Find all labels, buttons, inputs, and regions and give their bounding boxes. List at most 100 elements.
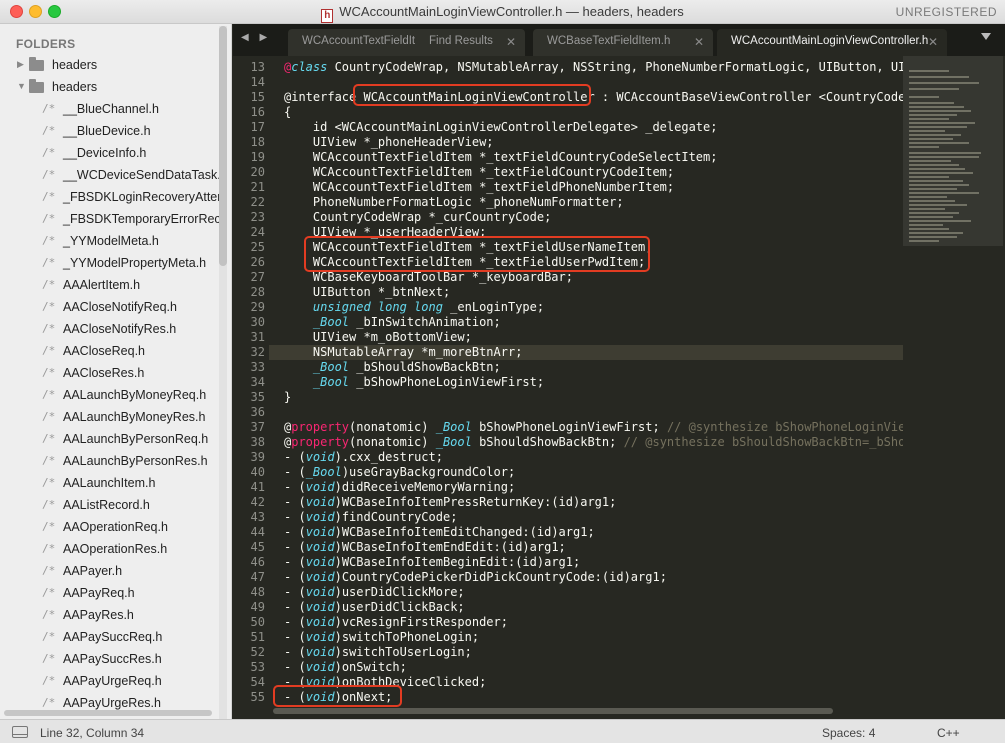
- minimap-line: [909, 126, 967, 128]
- code-line[interactable]: - (void)WCBaseInfoItemEndEdit:(id)arg1;: [284, 540, 566, 555]
- code-line[interactable]: - (void)WCBaseInfoItemEditChanged:(id)ar…: [284, 525, 595, 540]
- sidebar-horizontal-scrollbar[interactable]: [4, 710, 212, 716]
- file-item[interactable]: /* AAPaySuccRes.h: [42, 651, 220, 673]
- file-name: AALaunchByPersonRes.h: [63, 454, 208, 468]
- minimap-viewport[interactable]: [903, 56, 1003, 246]
- file-name: AAPayer.h: [63, 564, 123, 578]
- file-item[interactable]: /* AALaunchItem.h: [42, 475, 220, 497]
- line-number: 38: [250, 435, 265, 449]
- tab-close-icon[interactable]: ✕: [928, 35, 938, 49]
- code-line[interactable]: _Bool _bShouldShowBackBtn;: [284, 360, 501, 375]
- code-token: CountryCodeWrap *_curCountryCode;: [284, 210, 552, 224]
- file-item[interactable]: /* AALaunchByMoneyReq.h: [42, 387, 220, 409]
- code-line[interactable]: WCAccountTextFieldItem *_textFieldCountr…: [284, 150, 718, 165]
- code-line[interactable]: }: [284, 390, 291, 405]
- comment-file-icon: /*: [42, 388, 56, 401]
- line-number: 13: [250, 60, 265, 74]
- code-line[interactable]: NSMutableArray *m_moreBtnArr;: [284, 345, 523, 360]
- file-item[interactable]: /* AAOperationRes.h: [42, 541, 220, 563]
- file-item[interactable]: /* AALaunchByPersonReq.h: [42, 431, 220, 453]
- line-number: 51: [250, 630, 265, 644]
- comment-file-icon: /*: [42, 256, 56, 269]
- tab-close-icon[interactable]: ✕: [506, 35, 516, 49]
- code-line[interactable]: _Bool _bShowPhoneLoginViewFirst;: [284, 375, 544, 390]
- code-line[interactable]: unsigned long long _enLoginType;: [284, 300, 544, 315]
- indentation-setting[interactable]: Spaces: 4: [822, 726, 875, 740]
- disclosure-right-icon[interactable]: ▶: [17, 59, 24, 70]
- code-line[interactable]: WCAccountTextFieldItem *_textFieldPhoneN…: [284, 180, 674, 195]
- file-item[interactable]: /* __DeviceInfo.h: [42, 145, 220, 167]
- file-item[interactable]: /* AALaunchByPersonRes.h: [42, 453, 220, 475]
- tab-close-icon[interactable]: ✕: [694, 35, 704, 49]
- file-item[interactable]: /* __BlueDevice.h: [42, 123, 220, 145]
- code-line[interactable]: - (void)vcResignFirstResponder;: [284, 615, 508, 630]
- file-item[interactable]: /* _YYModelMeta.h: [42, 233, 220, 255]
- code-line[interactable]: @property(nonatomic) _Bool bShowPhoneLog…: [284, 420, 1005, 435]
- file-item[interactable]: /* AAPayReq.h: [42, 585, 220, 607]
- code-line[interactable]: - (void)didReceiveMemoryWarning;: [284, 480, 515, 495]
- tab-nav-arrows[interactable]: ◀ ▶: [241, 32, 271, 43]
- code-line[interactable]: - (void)userDidClickMore;: [284, 585, 465, 600]
- file-item[interactable]: /* __WCDeviceSendDataTask.h: [42, 167, 220, 189]
- line-number: 55: [250, 690, 265, 704]
- tab-2[interactable]: WCBaseTextFieldItem.h ✕: [533, 29, 713, 56]
- code-line[interactable]: - (void).cxx_destruct;: [284, 450, 443, 465]
- code-line[interactable]: - (void)switchToUserLogin;: [284, 645, 472, 660]
- cursor-position: Line 32, Column 34: [40, 726, 145, 740]
- unregistered-label: UNREGISTERED: [895, 5, 997, 19]
- code-line[interactable]: - (_Bool)useGrayBackgroundColor;: [284, 465, 515, 480]
- code-line[interactable]: - (void)CountryCodePickerDidPickCountryC…: [284, 570, 667, 585]
- file-item[interactable]: /* AACloseNotifyReq.h: [42, 299, 220, 321]
- sidebar-vertical-scrollbar[interactable]: [219, 26, 227, 719]
- code-line[interactable]: - (void)WCBaseInfoItemBeginEdit:(id)arg1…: [284, 555, 580, 570]
- code-line[interactable]: - (void)userDidClickBack;: [284, 600, 465, 615]
- file-item[interactable]: /* AAListRecord.h: [42, 497, 220, 519]
- code-line[interactable]: WCAccountTextFieldItem *_textFieldCountr…: [284, 165, 674, 180]
- file-item[interactable]: /* AAAlertItem.h: [42, 277, 220, 299]
- minimap[interactable]: [903, 56, 1005, 719]
- code-line[interactable]: - (void)switchToPhoneLogin;: [284, 630, 479, 645]
- file-item[interactable]: /* _FBSDKTemporaryErrorRecoveryAttempter.…: [42, 211, 220, 233]
- syntax-setting[interactable]: C++: [937, 726, 960, 740]
- sidebar-scroll-thumb[interactable]: [219, 26, 227, 266]
- file-item[interactable]: /* AACloseReq.h: [42, 343, 220, 365]
- code-line[interactable]: PhoneNumberFormatLogic *_phoneNumFormatt…: [284, 195, 624, 210]
- tab-list-dropdown-icon[interactable]: [981, 33, 991, 40]
- folder-label: headers: [52, 58, 98, 72]
- toggle-panel-icon[interactable]: [12, 726, 28, 738]
- minimap-line: [909, 122, 975, 124]
- code-line[interactable]: @class CountryCodeWrap, NSMutableArray, …: [284, 60, 941, 75]
- code-line[interactable]: id <WCAccountMainLoginViewControllerDele…: [284, 120, 718, 135]
- disclosure-down-icon[interactable]: ▼: [17, 81, 26, 91]
- code-line[interactable]: @property(nonatomic) _Bool bShouldShowBa…: [284, 435, 1005, 450]
- editor-horizontal-scrollbar[interactable]: [273, 708, 833, 714]
- file-item[interactable]: /* AALaunchByMoneyRes.h: [42, 409, 220, 431]
- file-item[interactable]: /* _YYModelPropertyMeta.h: [42, 255, 220, 277]
- file-item[interactable]: /* AAPaySuccReq.h: [42, 629, 220, 651]
- file-item[interactable]: /* AAOperationReq.h: [42, 519, 220, 541]
- code-line[interactable]: _Bool _bInSwitchAnimation;: [284, 315, 501, 330]
- file-item[interactable]: /* AAPayer.h: [42, 563, 220, 585]
- file-item[interactable]: /* AAPayRes.h: [42, 607, 220, 629]
- code-line[interactable]: - (void)WCBaseInfoItemPressReturnKey:(id…: [284, 495, 616, 510]
- code-line[interactable]: UIButton *_btnNext;: [284, 285, 450, 300]
- minimap-line: [909, 96, 939, 98]
- tab-3[interactable]: WCAccountMainLoginViewController.h ✕: [717, 29, 947, 56]
- comment-file-icon: /*: [42, 344, 56, 357]
- code-editor[interactable]: 13 14 15 16 17 18 19 20 21 22 23 24 25 26 27 28 29 30 31 32…: [233, 56, 1005, 719]
- tab-1[interactable]: Find Results ✕: [415, 29, 525, 56]
- code-line[interactable]: CountryCodeWrap *_curCountryCode;: [284, 210, 551, 225]
- code-line[interactable]: - (void)onSwitch;: [284, 660, 407, 675]
- file-item[interactable]: /* __BlueChannel.h: [42, 101, 220, 123]
- code-token: _Bool: [312, 360, 350, 374]
- code-line[interactable]: UIView *_phoneHeaderView;: [284, 135, 494, 150]
- file-item[interactable]: /* _FBSDKLoginRecoveryAttempter.h: [42, 189, 220, 211]
- code-line[interactable]: - (void)findCountryCode;: [284, 510, 457, 525]
- code-line[interactable]: WCBaseKeyboardToolBar *_keyboardBar;: [284, 270, 573, 285]
- code-line[interactable]: {: [284, 105, 291, 120]
- code-token: )WCBaseInfoItemBeginEdit:(id)arg1;: [334, 555, 581, 569]
- code-line[interactable]: UIView *m_oBottomView;: [284, 330, 472, 345]
- file-item[interactable]: /* AACloseRes.h: [42, 365, 220, 387]
- file-item[interactable]: /* AAPayUrgeReq.h: [42, 673, 220, 695]
- file-item[interactable]: /* AACloseNotifyRes.h: [42, 321, 220, 343]
